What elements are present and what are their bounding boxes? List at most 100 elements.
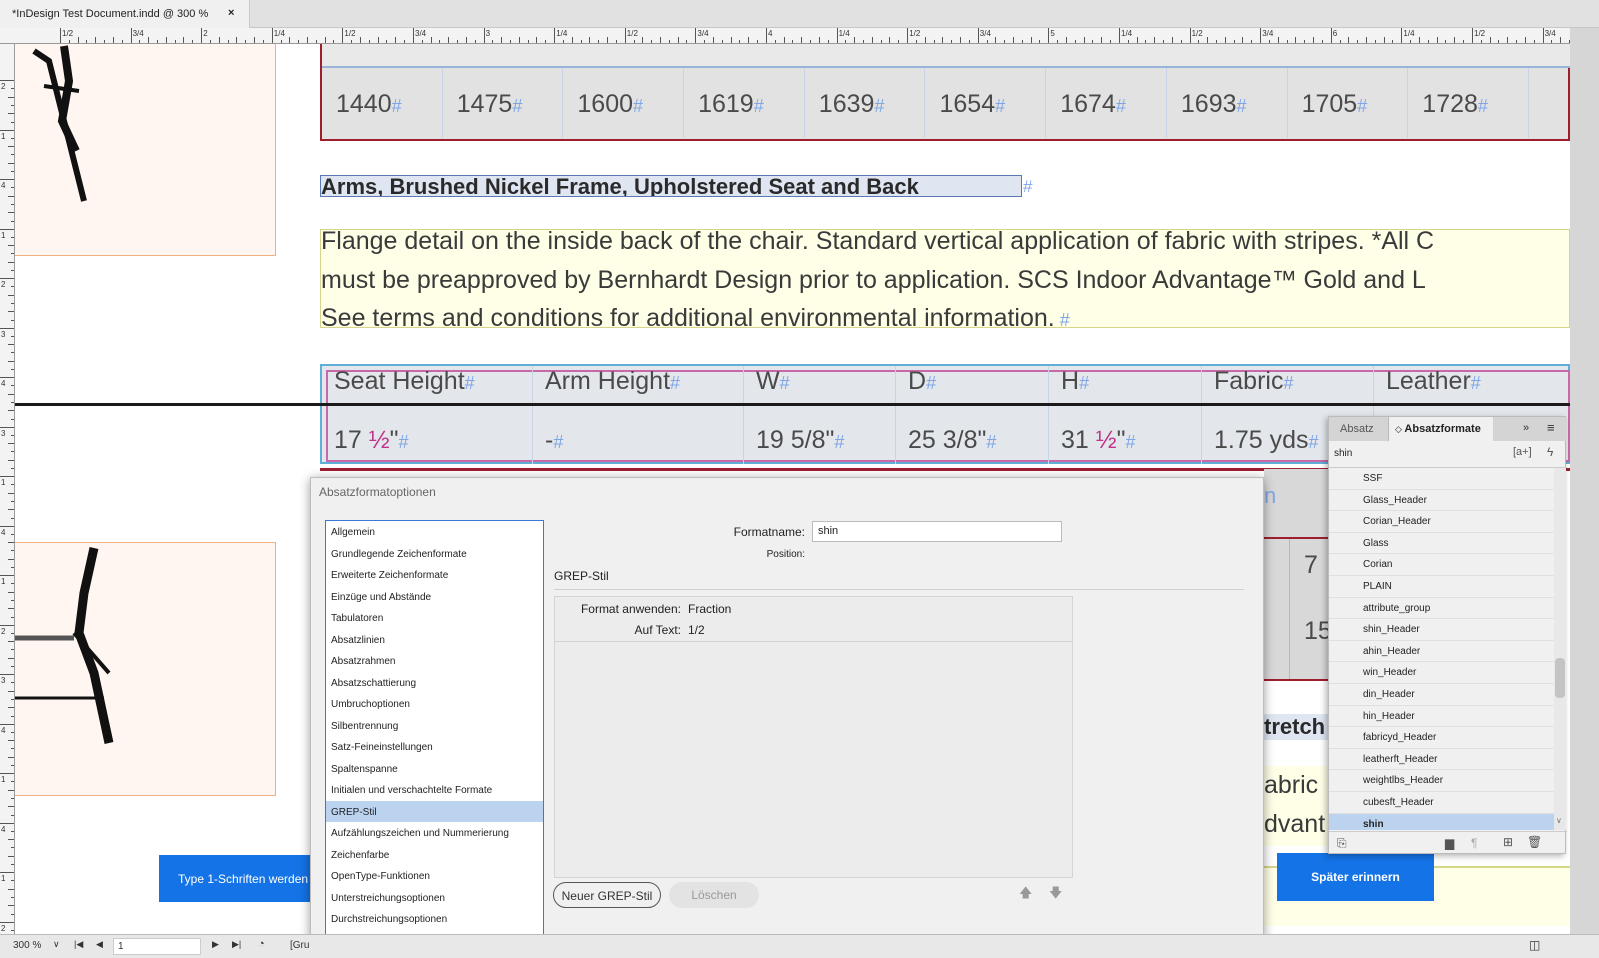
split-view-icon[interactable]: ◫ xyxy=(1529,938,1540,952)
category-item[interactable]: Umbruchoptionen xyxy=(326,693,543,715)
product-heading[interactable]: Arms, Brushed Nickel Frame, Upholstered … xyxy=(320,175,1022,197)
style-item[interactable]: PLAIN xyxy=(1329,576,1554,598)
preflight-icon[interactable]: ◔ xyxy=(258,938,265,950)
scroll-down-icon[interactable]: ∨ xyxy=(1556,816,1562,825)
category-item[interactable]: Spaltenspanne xyxy=(326,758,543,780)
remind-later-button[interactable]: Später erinnern xyxy=(1277,853,1434,901)
type1-fonts-notice[interactable]: Type 1-Schriften werden xyxy=(159,855,319,902)
document-tab[interactable]: *InDesign Test Document.indd @ 300 % × xyxy=(0,0,250,29)
spec-header-cell[interactable]: W# xyxy=(744,366,896,408)
vertical-ruler[interactable]: 2 1 4 1 2 3 4 3 1 4 1 2 3 4 1 4 1 2 xyxy=(0,44,15,934)
style-item[interactable]: win_Header xyxy=(1329,662,1554,684)
spec-value-cell[interactable]: -# xyxy=(533,408,744,464)
spec-header-cell[interactable]: Leather# xyxy=(1374,366,1570,408)
category-item[interactable]: Absatzrahmen xyxy=(326,650,543,672)
quick-apply-icon[interactable]: ϟ xyxy=(1547,445,1553,459)
new-style-group-icon[interactable]: [a+] xyxy=(1513,446,1532,458)
page-field[interactable]: 1 xyxy=(113,938,201,955)
number-cell[interactable]: 1654# xyxy=(926,68,1047,138)
new-group-folder-icon[interactable]: ▆ xyxy=(1445,836,1454,850)
grep-style-list[interactable]: Format anwenden: Fraction Auf Text: 1/2 xyxy=(554,596,1073,878)
close-tab-icon[interactable]: × xyxy=(228,7,234,19)
tab-absatzformate[interactable]: ◇ Absatzformate xyxy=(1389,417,1493,441)
spec-header-cell[interactable]: D# xyxy=(896,366,1049,408)
style-list[interactable]: SSF Glass_Header Corian_Header Glass Corian P… xyxy=(1329,468,1554,830)
category-item[interactable]: OpenType-Funktionen xyxy=(326,865,543,887)
horizontal-ruler[interactable]: 1/2 3/4 2 1/4 1/2 3/4 3 1/4 1/2 3/4 4 1/4 1/2 3/4 5 1/4… xyxy=(0,28,1570,44)
category-item[interactable]: Absatzlinien xyxy=(326,629,543,651)
number-cell[interactable]: 1639# xyxy=(805,68,926,138)
spec-value-cell[interactable]: 31 ½"# xyxy=(1049,408,1202,464)
delete-grep-style-button[interactable]: Löschen xyxy=(669,882,759,908)
number-cell[interactable]: 1728# xyxy=(1408,68,1529,138)
expand-panel-icon[interactable]: » xyxy=(1523,422,1529,434)
number-row-table[interactable]: 1440# 1475# 1600# 1619# 1639# 1654# 1674# 1693#… xyxy=(320,44,1570,141)
style-item[interactable]: attribute_group xyxy=(1329,598,1554,620)
panel-menu-icon[interactable]: ≡ xyxy=(1547,420,1555,435)
delete-style-icon[interactable]: 🗑 xyxy=(1527,835,1542,849)
move-down-icon[interactable]: 🡇 xyxy=(1049,884,1062,906)
style-item[interactable]: Glass xyxy=(1329,533,1554,555)
category-item[interactable]: GREP-Stil xyxy=(326,800,543,822)
style-item[interactable]: SSF xyxy=(1329,468,1554,490)
spec-header-cell[interactable]: H# xyxy=(1049,366,1202,408)
ruler-guide[interactable] xyxy=(15,403,1570,406)
next-page-icon[interactable]: ▶ xyxy=(212,939,219,950)
style-item[interactable]: cubesft_Header xyxy=(1329,792,1554,814)
load-styles-icon[interactable]: ⎘ xyxy=(1337,836,1347,851)
chair-image-bottom[interactable] xyxy=(15,542,276,796)
number-cell[interactable]: 1440# xyxy=(322,68,443,138)
scrollbar-thumb[interactable] xyxy=(1555,658,1565,698)
spec-value-cell[interactable]: 19 5/8"# xyxy=(744,408,896,464)
spec-value-cell[interactable]: 17 ½"# xyxy=(322,408,533,464)
last-page-icon[interactable]: ▶| xyxy=(232,939,241,950)
style-item[interactable]: Corian xyxy=(1329,554,1554,576)
category-item[interactable]: Absatzschattierung xyxy=(326,672,543,694)
spec-header-cell[interactable]: Arm Height# xyxy=(533,366,744,408)
category-item[interactable]: Unterstreichungsoptionen xyxy=(326,887,543,909)
number-cell[interactable]: 1705# xyxy=(1288,68,1409,138)
new-grep-style-button[interactable]: Neuer GREP-Stil xyxy=(553,882,661,908)
spec-header-cell[interactable]: Seat Height# xyxy=(322,366,533,408)
formatname-input[interactable]: shin xyxy=(812,521,1062,542)
number-cell[interactable]: 1619# xyxy=(684,68,805,138)
category-item[interactable]: Grundlegende Zeichenformate xyxy=(326,543,543,565)
tab-absatz[interactable]: Absatz xyxy=(1329,417,1389,441)
prev-page-icon[interactable]: ◀ xyxy=(96,939,103,950)
right-scroll-area[interactable] xyxy=(1570,28,1599,934)
category-item[interactable]: Silbentrennung xyxy=(326,715,543,737)
clear-overrides-icon[interactable]: ¶ xyxy=(1471,836,1477,850)
style-item[interactable]: ahin_Header xyxy=(1329,641,1554,663)
description-paragraph[interactable]: Flange detail on the inside back of the … xyxy=(320,229,1570,328)
style-item[interactable]: Glass_Header xyxy=(1329,490,1554,512)
panel-search-input[interactable]: shin xyxy=(1334,448,1352,459)
category-item[interactable]: Aufzählungszeichen und Nummerierung xyxy=(326,822,543,844)
category-list[interactable]: Allgemein Grundlegende Zeichenformate Erwe… xyxy=(325,520,544,945)
apply-format-value[interactable]: Fraction xyxy=(688,602,731,616)
style-item[interactable]: din_Header xyxy=(1329,684,1554,706)
move-up-icon[interactable]: 🡅 xyxy=(1019,884,1032,906)
style-item[interactable]: shin_Header xyxy=(1329,619,1554,641)
category-item[interactable]: Zeichenfarbe xyxy=(326,844,543,866)
style-item[interactable]: leatherft_Header xyxy=(1329,749,1554,771)
number-cell[interactable]: 1600# xyxy=(563,68,685,138)
number-cell[interactable]: 1475# xyxy=(443,68,564,138)
style-list-scrollbar[interactable]: ∨ xyxy=(1554,468,1566,830)
category-item[interactable]: Einzüge und Abstände xyxy=(326,586,543,608)
category-item[interactable]: Allgemein xyxy=(326,521,543,543)
category-item[interactable]: Satz-Feineinstellungen xyxy=(326,736,543,758)
apply-text-value[interactable]: 1/2 xyxy=(688,623,705,637)
new-style-icon[interactable]: ⊞ xyxy=(1503,835,1513,849)
number-cell[interactable]: 1674# xyxy=(1046,68,1167,138)
chair-image-top[interactable] xyxy=(15,44,276,256)
style-item[interactable]: shin xyxy=(1329,813,1554,830)
category-item[interactable]: Durchstreichungsoptionen xyxy=(326,908,543,930)
first-page-icon[interactable]: |◀ xyxy=(74,939,83,950)
style-item[interactable]: fabricyd_Header xyxy=(1329,727,1554,749)
number-cell[interactable]: 1693# xyxy=(1167,68,1288,138)
zoom-dropdown-icon[interactable]: ∨ xyxy=(53,939,60,950)
spec-value-cell[interactable]: 25 3/8"# xyxy=(896,408,1049,464)
style-item[interactable]: weightlbs_Header xyxy=(1329,770,1554,792)
category-item[interactable]: Tabulatoren xyxy=(326,607,543,629)
spec-header-cell[interactable]: Fabric# xyxy=(1202,366,1374,408)
